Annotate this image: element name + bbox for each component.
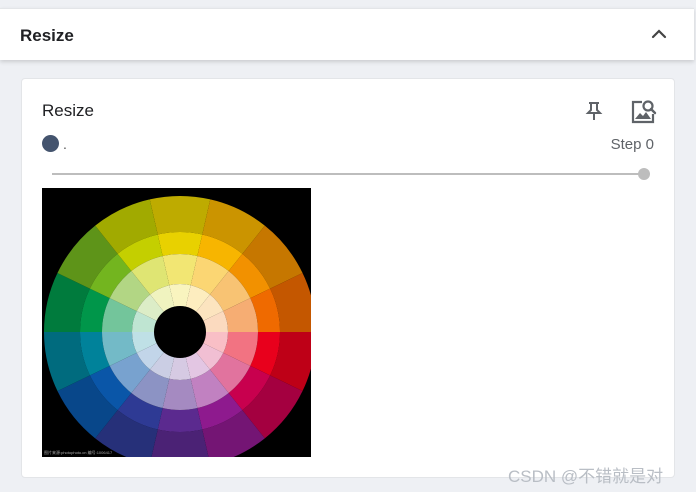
step-label: Step 0 xyxy=(610,136,654,153)
color-wheel-image xyxy=(44,196,311,457)
slider-thumb[interactable] xyxy=(638,168,650,180)
pin-icon[interactable] xyxy=(584,100,604,122)
image-search-icon[interactable] xyxy=(629,98,657,126)
wheel-center xyxy=(158,310,202,354)
run-label: . xyxy=(63,136,67,152)
wheel-segment xyxy=(149,196,211,235)
accordion-header[interactable]: Resize xyxy=(0,8,694,60)
accordion-title: Resize xyxy=(20,26,74,45)
wheel-segment xyxy=(157,408,203,432)
image-caption: 图片来源:photophoto.cn 编号:1006417 xyxy=(44,450,113,455)
image-card: Resize . Step 0 图片来源:photophoto.cn 编号:10… xyxy=(21,78,675,478)
wheel-segment xyxy=(157,232,203,256)
wheel-segment xyxy=(151,429,209,457)
resized-image: 图片来源:photophoto.cn 编号:1006417 xyxy=(42,188,311,457)
card-title: Resize xyxy=(42,101,94,120)
step-slider[interactable] xyxy=(52,168,650,180)
run-color-dot xyxy=(42,135,59,152)
chevron-up-icon[interactable] xyxy=(648,23,670,45)
watermark: CSDN @不错就是对 xyxy=(508,467,664,486)
